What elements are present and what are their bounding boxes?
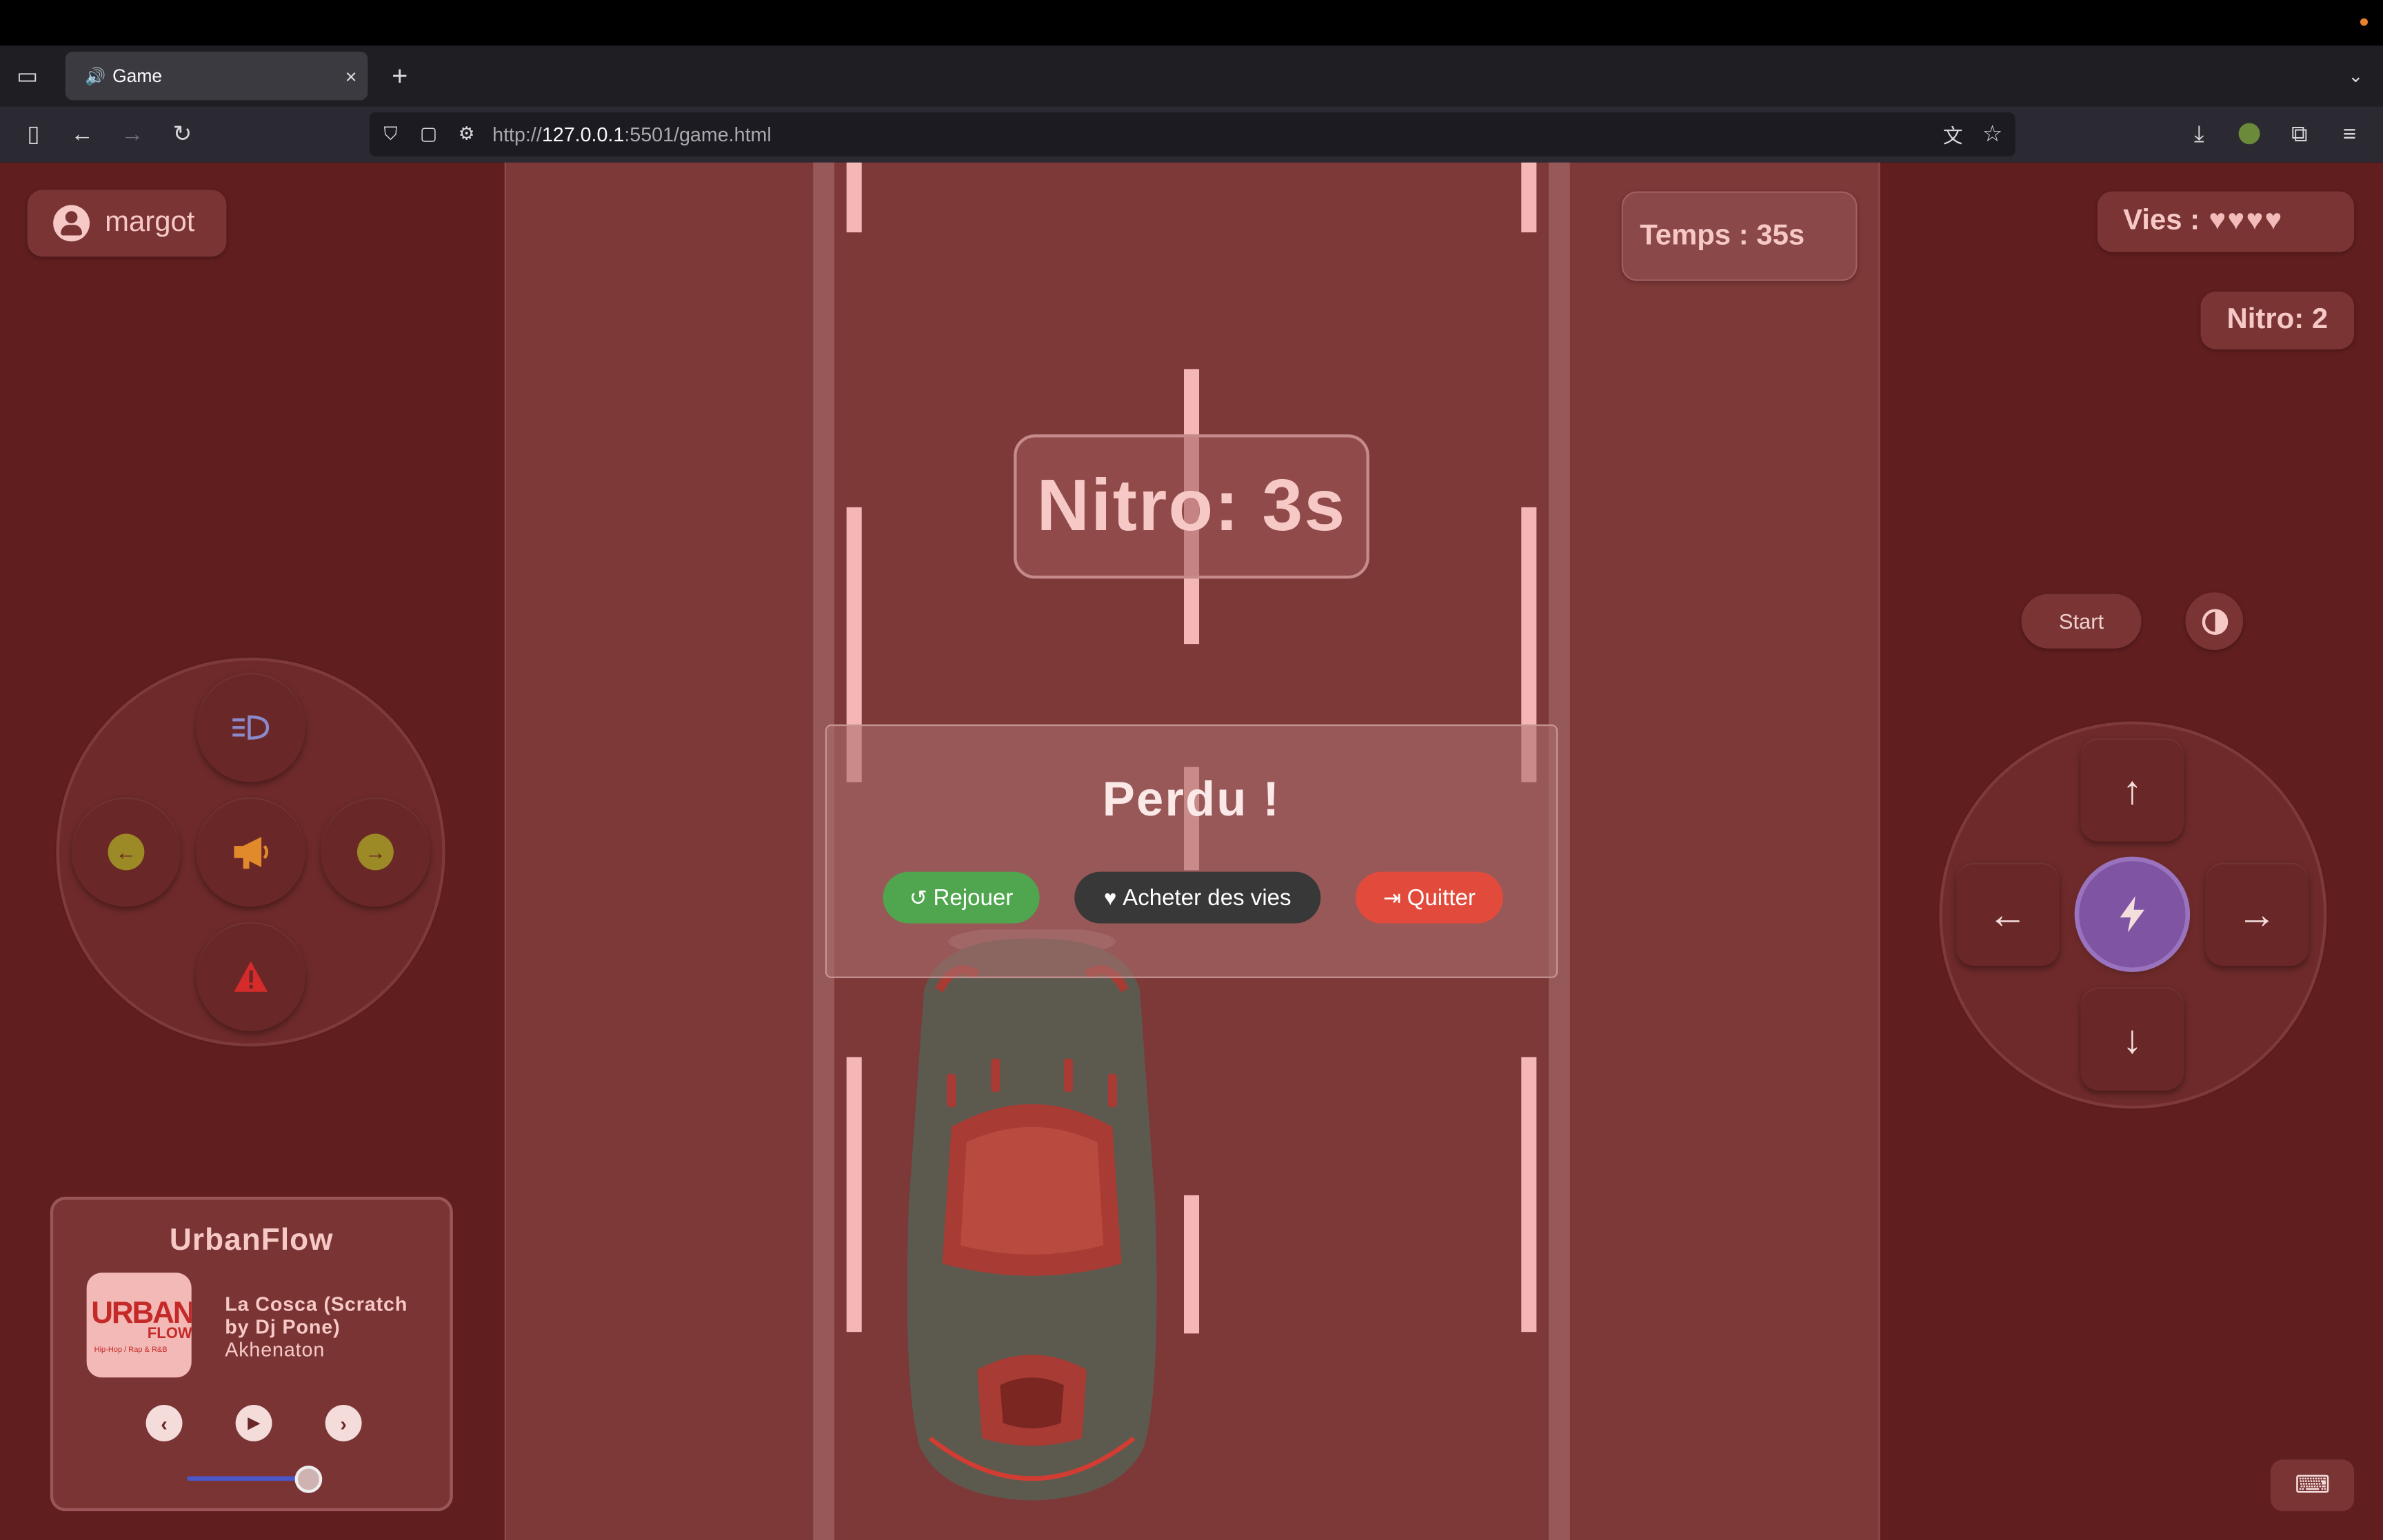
logo-tag: Hip-Hop / Rap & R&B xyxy=(94,1346,168,1355)
permissions-icon[interactable]: ⚙ xyxy=(448,115,485,152)
lives-display: Vies : ♥♥♥♥ xyxy=(2097,191,2355,252)
url-text[interactable]: http://127.0.0.1:5501/game.html xyxy=(492,123,772,145)
speaker-icon[interactable]: 🔊 xyxy=(85,66,106,85)
reload-icon[interactable]: ↻ xyxy=(164,115,201,152)
direction-pad: ↑ ← → ↓ xyxy=(1939,721,2327,1109)
shield-icon[interactable]: ⛉ xyxy=(372,115,409,152)
chevron-left-icon: ‹ xyxy=(161,1411,168,1435)
back-icon[interactable]: ← xyxy=(64,115,101,152)
lane-marking xyxy=(1521,1057,1537,1333)
sidebar-icon[interactable]: ▯ xyxy=(15,115,52,152)
page-icon[interactable]: ▢ xyxy=(410,115,447,152)
player-car xyxy=(907,929,1157,1501)
album-art: URBAN FLOW Hip-Hop / Rap & R&B xyxy=(86,1273,192,1378)
url-prefix: http:// xyxy=(492,123,542,146)
url-bar[interactable]: ⛉ ▢ ⚙ http://127.0.0.1:5501/game.html 文 … xyxy=(369,112,2015,156)
user-badge[interactable]: margot xyxy=(27,190,227,257)
tab-bar: ▭ 🔊 Game × + ⌄ xyxy=(0,45,2383,107)
contrast-icon xyxy=(2201,608,2228,634)
buy-lives-button[interactable]: ♥ Acheter des vies xyxy=(1074,871,1321,924)
keyboard-icon: ⌨ xyxy=(2295,1473,2330,1499)
contrast-toggle-button[interactable] xyxy=(2185,592,2244,650)
horn-button[interactable] xyxy=(196,797,306,907)
replay-icon: ↺ xyxy=(909,884,927,909)
extensions-icon[interactable]: ⧉ xyxy=(2281,115,2317,152)
start-button[interactable]: Start xyxy=(2021,594,2142,649)
previous-track-button[interactable]: ‹ xyxy=(145,1404,183,1441)
new-tab-button[interactable]: + xyxy=(381,58,418,94)
hazard-button[interactable] xyxy=(196,922,306,1031)
replay-label: Rejouer xyxy=(933,884,1014,911)
chevron-right-icon: › xyxy=(340,1411,347,1435)
track-artist: Akhenaton xyxy=(225,1338,325,1361)
down-arrow-button[interactable]: ↓ xyxy=(2080,987,2184,1091)
left-arrow-button[interactable]: ← xyxy=(1955,862,2060,966)
heart-plus-icon: ♥ xyxy=(1104,885,1117,910)
hearts-icon: ♥♥♥♥ xyxy=(2209,205,2284,237)
quit-button[interactable]: ⇥ Quitter xyxy=(1356,871,1503,924)
right-arrow-button[interactable]: → xyxy=(2205,862,2309,966)
nitro-boost-button[interactable] xyxy=(2079,861,2186,968)
buy-lives-label: Acheter des vies xyxy=(1123,884,1291,911)
volume-slider-handle[interactable] xyxy=(294,1466,323,1493)
time-display: Temps : 35s xyxy=(1621,191,1858,281)
os-top-bar xyxy=(0,0,2383,46)
music-player: UrbanFlow URBAN FLOW Hip-Hop / Rap & R&B… xyxy=(50,1197,453,1512)
lane-marking xyxy=(846,1057,862,1333)
browser-tab[interactable]: 🔊 Game × xyxy=(65,51,368,101)
nav-bar: ▯ ← → ↻ ⛉ ▢ ⚙ http://127.0.0.1:5501/game… xyxy=(0,106,2383,163)
menu-icon[interactable]: ≡ xyxy=(2331,115,2368,152)
exit-icon: ⇥ xyxy=(1383,884,1401,909)
hazard-icon xyxy=(234,961,268,992)
headlight-button[interactable] xyxy=(196,673,306,782)
url-path: :5501/game.html xyxy=(624,123,772,146)
track-title: La Cosca (Scratch by Dj Pone) xyxy=(225,1292,408,1339)
right-signal-button[interactable]: → xyxy=(321,797,430,907)
play-icon: ▶ xyxy=(248,1415,260,1432)
megaphone-icon xyxy=(234,836,269,869)
left-signal-button[interactable]: ← xyxy=(71,797,181,907)
tab-list-chevron-icon[interactable]: ⌄ xyxy=(2337,58,2374,94)
play-button[interactable]: ▶ xyxy=(235,1404,272,1441)
headlight-icon xyxy=(232,715,270,740)
notification-dot xyxy=(2360,18,2368,26)
up-arrow-button[interactable]: ↑ xyxy=(2080,738,2184,842)
game-over-dialog: Perdu ! ↺ Rejouer ♥ Acheter des vies ⇥ Q… xyxy=(825,724,1558,978)
forward-icon[interactable]: → xyxy=(114,115,150,152)
nitro-count: Nitro: 2 xyxy=(2200,292,2355,349)
nitro-timer: Nitro: 3s xyxy=(1014,434,1369,579)
left-signal-icon: ← xyxy=(108,833,145,871)
logo-sub: FLOW xyxy=(147,1326,192,1343)
car-controls-pad: ← → xyxy=(56,657,445,1047)
translate-icon[interactable]: 文 xyxy=(1935,115,1971,152)
download-icon[interactable]: ⤓ xyxy=(2181,115,2218,152)
volume-slider-track[interactable] xyxy=(187,1476,309,1481)
right-signal-icon: → xyxy=(356,833,394,871)
lives-label: Vies : xyxy=(2123,205,2200,237)
quit-label: Quitter xyxy=(1407,884,1476,911)
next-track-button[interactable]: › xyxy=(325,1404,362,1441)
tab-close-icon[interactable]: × xyxy=(334,65,368,88)
keyboard-button[interactable]: ⌨ xyxy=(2270,1459,2355,1512)
lightning-icon xyxy=(2120,895,2144,933)
dialog-title: Perdu ! xyxy=(1102,771,1281,827)
lane-marking xyxy=(1521,162,1537,233)
profile-icon[interactable] xyxy=(2231,115,2268,152)
lane-marking xyxy=(1183,1195,1200,1334)
user-name: margot xyxy=(105,206,195,239)
replay-button[interactable]: ↺ Rejouer xyxy=(883,871,1040,924)
station-name: UrbanFlow xyxy=(169,1224,334,1258)
bookmark-star-icon[interactable]: ☆ xyxy=(1974,115,2011,152)
url-host: 127.0.0.1 xyxy=(541,123,625,146)
lane-marking xyxy=(846,162,862,233)
user-icon xyxy=(53,205,90,242)
game-page: margot Temps : 35s Vies : ♥♥♥♥ Nitro: 2 … xyxy=(0,162,2383,1540)
tab-overview-icon[interactable]: ▭ xyxy=(9,58,46,94)
tab-title: Game xyxy=(112,65,163,87)
